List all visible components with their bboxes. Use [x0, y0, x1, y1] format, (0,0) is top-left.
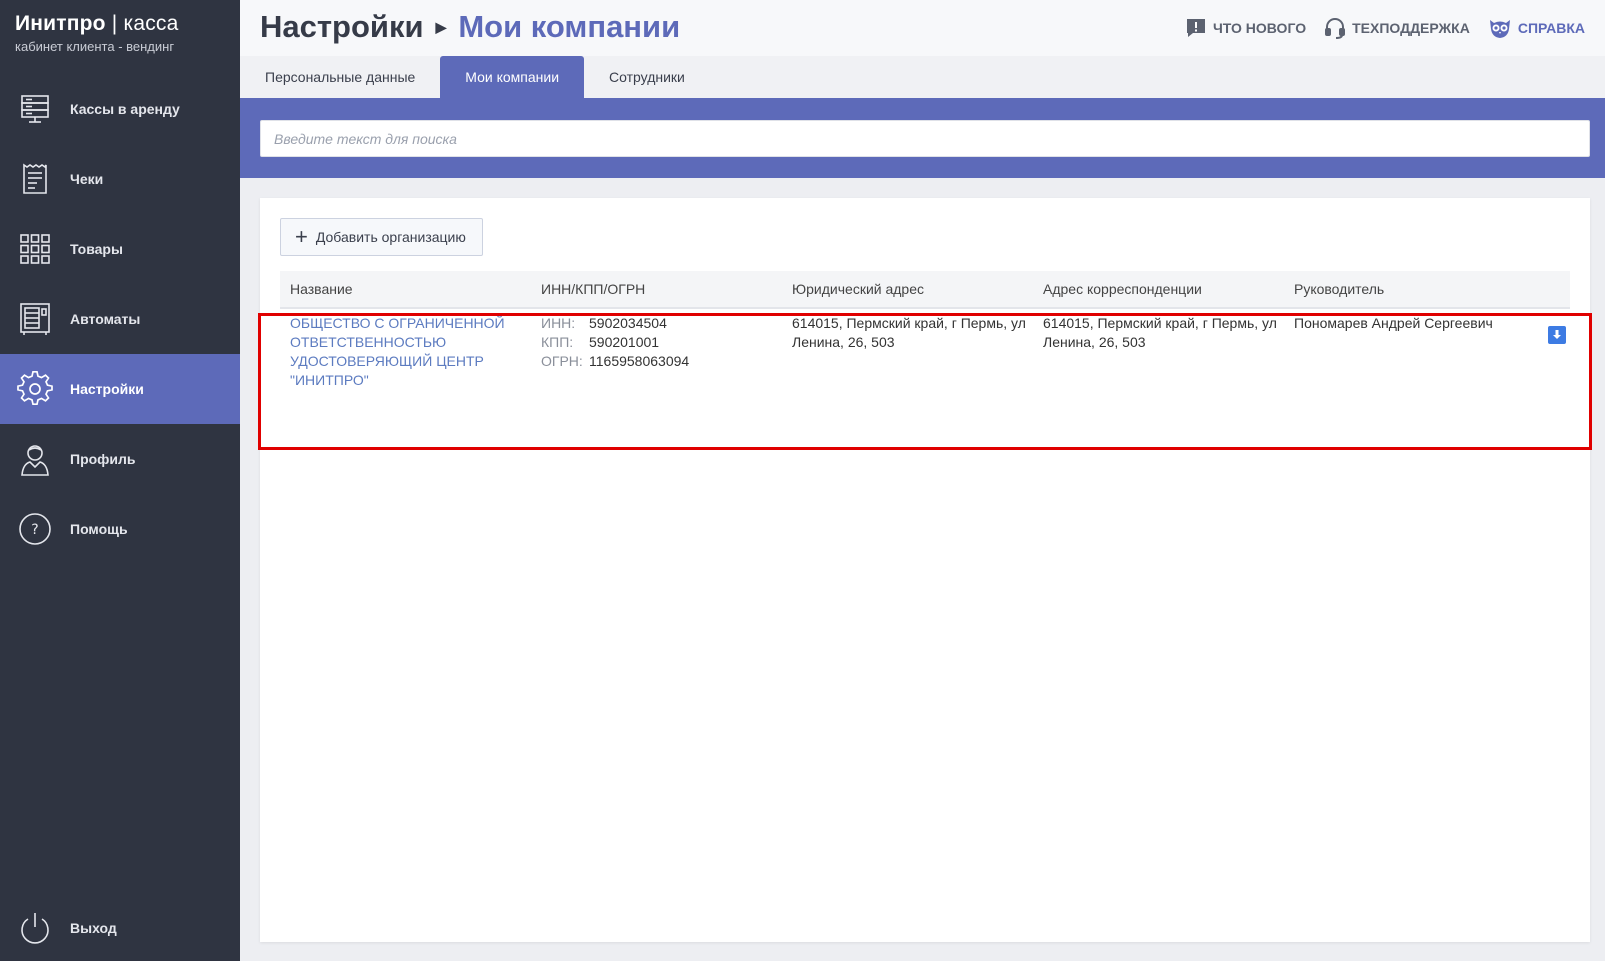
sidebar-item-machines[interactable]: Автоматы	[0, 284, 240, 354]
sidebar-item-label: Настройки	[70, 381, 144, 397]
sidebar-item-help[interactable]: ? Помощь	[0, 494, 240, 564]
sidebar-item-label: Профиль	[70, 451, 136, 467]
header: Настройки ▶ Мои компании ЧТО НОВОГО ТЕХП…	[240, 0, 1605, 56]
plus-icon: +	[295, 224, 308, 249]
column-header-director: Руководитель	[1294, 281, 1385, 297]
help-link[interactable]: СПРАВКА	[1488, 17, 1585, 39]
company-name-link[interactable]: ОБЩЕСТВО С ОГРАНИЧЕННОЙ ОТВЕТСТВЕННОСТЬЮ…	[290, 315, 505, 388]
kpp-key: КПП:	[541, 334, 574, 350]
headset-icon	[1325, 18, 1346, 39]
brand-title: Инитпро | касса	[15, 12, 178, 36]
brand: Инитпро | касса кабинет клиента - вендин…	[15, 12, 178, 54]
brand-separator: |	[111, 12, 118, 35]
requisites-cell: ИНН: 5902034504 КПП: 590201001 ОГРН: 116…	[531, 314, 782, 371]
kpp-line: КПП: 590201001	[541, 333, 782, 352]
sidebar-nav: Кассы в аренду Чеки Товары Автоматы Наст…	[0, 74, 240, 564]
logout-button[interactable]: Выход	[0, 898, 240, 958]
sidebar-item-label: Товары	[70, 241, 123, 257]
inn-key: ИНН:	[541, 315, 576, 331]
whats-new-label: ЧТО НОВОГО	[1212, 20, 1307, 36]
power-icon	[17, 910, 53, 946]
search-band	[240, 98, 1605, 178]
announcement-icon	[1186, 19, 1205, 37]
support-label: ТЕХПОДДЕРЖКА	[1352, 20, 1470, 36]
support-link[interactable]: ТЕХПОДДЕРЖКА	[1324, 17, 1470, 39]
table-header: Название ИНН/КПП/ОГРН Юридический адрес …	[280, 271, 1570, 309]
add-organization-button[interactable]: + Добавить организацию	[280, 218, 483, 256]
sidebar-item-label: Кассы в аренду	[70, 101, 180, 117]
sidebar-item-label: Помощь	[70, 521, 128, 537]
mail-address-cell: 614015, Пермский край, г Пермь, ул Ленин…	[1043, 315, 1277, 350]
sidebar-item-label: Автоматы	[70, 311, 141, 327]
page-title: Мои компании	[458, 9, 681, 44]
vending-machine-icon	[17, 301, 53, 337]
logout-label: Выход	[70, 920, 117, 936]
ogrn-value: 1165958063094	[589, 353, 690, 369]
inn-value: 5902034504	[589, 315, 667, 331]
brand-subtitle: кабинет клиента - вендинг	[15, 39, 175, 54]
ogrn-key: ОГРН:	[541, 353, 583, 369]
sidebar-item-receipts[interactable]: Чеки	[0, 144, 240, 214]
actions-cell	[1540, 314, 1570, 344]
column-header-requisites: ИНН/КПП/ОГРН	[541, 281, 646, 297]
tab-employees[interactable]: Сотрудники	[584, 56, 710, 98]
help-label: СПРАВКА	[1517, 20, 1585, 36]
question-icon: ?	[17, 511, 53, 547]
tabs: Персональные данные Мои компании Сотрудн…	[240, 56, 1605, 98]
brand-name: Инитпро	[15, 12, 106, 35]
sidebar-item-goods[interactable]: Товары	[0, 214, 240, 284]
top-links: ЧТО НОВОГО ТЕХПОДДЕРЖКА СПРАВКА	[1167, 17, 1585, 39]
whats-new-link[interactable]: ЧТО НОВОГО	[1185, 17, 1306, 39]
breadcrumb-arrow-icon: ▶	[435, 18, 447, 35]
server-icon	[17, 91, 53, 127]
company-name-cell: ОБЩЕСТВО С ОГРАНИЧЕННОЙ ОТВЕТСТВЕННОСТЬЮ…	[280, 314, 531, 390]
grid-icon	[17, 231, 53, 267]
legal-address-cell: 614015, Пермский край, г Пермь, ул Ленин…	[792, 315, 1026, 350]
gear-icon	[17, 371, 53, 407]
download-button[interactable]	[1548, 326, 1566, 344]
search-input[interactable]	[260, 120, 1590, 157]
add-organization-label: Добавить организацию	[315, 229, 466, 245]
sidebar-item-label: Чеки	[70, 171, 104, 187]
tab-personal-data[interactable]: Персональные данные	[240, 56, 440, 98]
companies-card: + Добавить организацию Название ИНН/КПП/…	[260, 198, 1590, 942]
svg-text:?: ?	[31, 522, 38, 538]
sidebar: Инитпро | касса кабинет клиента - вендин…	[0, 0, 240, 961]
brand-product: касса	[123, 12, 179, 35]
inn-line: ИНН: 5902034504	[541, 314, 782, 333]
receipt-icon	[17, 161, 53, 197]
user-icon	[17, 441, 53, 477]
column-header-mail-address: Адрес корреспонденции	[1043, 281, 1202, 297]
sidebar-item-rent-cashboxes[interactable]: Кассы в аренду	[0, 74, 240, 144]
kpp-value: 590201001	[589, 334, 660, 350]
owl-icon	[1489, 20, 1510, 38]
sidebar-item-settings[interactable]: Настройки	[0, 354, 240, 424]
director-cell: Пономарев Андрей Сергеевич	[1294, 315, 1493, 331]
ogrn-line: ОГРН: 1165958063094	[541, 352, 782, 371]
tab-my-companies[interactable]: Мои компании	[440, 56, 585, 98]
breadcrumb-root[interactable]: Настройки	[260, 9, 424, 45]
sidebar-item-profile[interactable]: Профиль	[0, 424, 240, 494]
column-header-legal-address: Юридический адрес	[792, 281, 925, 297]
download-icon	[1553, 330, 1561, 339]
column-header-name: Название	[290, 281, 353, 297]
table-row: ОБЩЕСТВО С ОГРАНИЧЕННОЙ ОТВЕТСТВЕННОСТЬЮ…	[280, 314, 1570, 404]
breadcrumb: Настройки ▶ Мои компании	[260, 9, 680, 45]
